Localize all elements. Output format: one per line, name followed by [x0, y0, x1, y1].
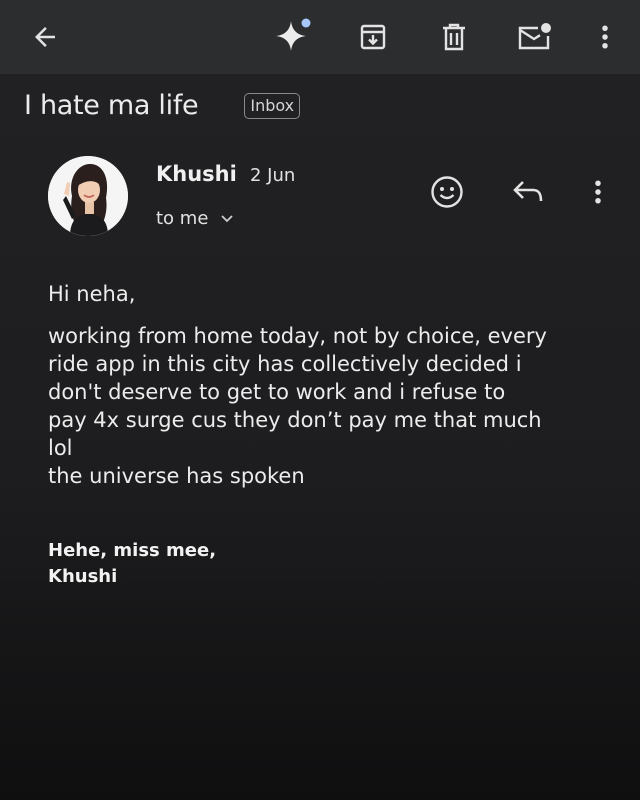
subject-row: I hate ma life Inbox — [24, 90, 301, 121]
mark-unread-button[interactable] — [511, 14, 557, 60]
sender-name: Khushi — [156, 162, 237, 186]
email-subject: I hate ma life — [24, 90, 199, 121]
chevron-down-icon — [221, 214, 234, 222]
mail-unread-icon — [518, 23, 551, 50]
email-greeting: Hi neha, — [48, 282, 136, 306]
body-line: ride app in this city has collectively d… — [48, 352, 522, 376]
sparkle-icon — [276, 18, 311, 51]
reply-button[interactable] — [508, 172, 548, 212]
avatar[interactable] — [48, 156, 128, 236]
arrow-left-icon — [35, 27, 55, 47]
emoji-icon — [431, 176, 463, 208]
signature-line: Hehe, miss mee, — [48, 540, 217, 561]
body-line: working from home today, not by choice, … — [48, 324, 547, 348]
delete-button[interactable] — [431, 14, 477, 60]
email-view: I hate ma life Inbox Khushi 2 Jun to me — [0, 0, 640, 800]
trash-icon — [443, 23, 465, 51]
archive-icon — [360, 24, 386, 50]
archive-button[interactable] — [350, 14, 396, 60]
email-body: working from home today, not by choice, … — [48, 322, 608, 490]
recipient-details-toggle[interactable]: to me — [156, 208, 234, 229]
toolbar — [0, 0, 640, 74]
email-signature: Hehe, miss mee, Khushi — [48, 538, 216, 590]
back-button[interactable] — [22, 14, 68, 60]
more-vert-icon — [595, 180, 601, 204]
more-options-button[interactable] — [582, 14, 628, 60]
body-line: pay 4x surge cus they don’t pay me that … — [48, 408, 542, 432]
email-date: 2 Jun — [250, 165, 296, 186]
signature-name: Khushi — [48, 566, 118, 587]
add-reaction-button[interactable] — [427, 172, 467, 212]
body-line: lol — [48, 436, 73, 460]
recipient-label: to me — [156, 208, 209, 229]
body-line: don't deserve to get to work and i refus… — [48, 380, 506, 404]
gemini-button[interactable] — [270, 14, 316, 60]
body-line: the universe has spoken — [48, 464, 305, 488]
reply-icon — [513, 181, 543, 202]
more-vert-icon — [602, 25, 608, 49]
message-more-button[interactable] — [578, 172, 618, 212]
avatar-photo — [48, 156, 128, 236]
inbox-label-chip[interactable]: Inbox — [244, 92, 301, 119]
